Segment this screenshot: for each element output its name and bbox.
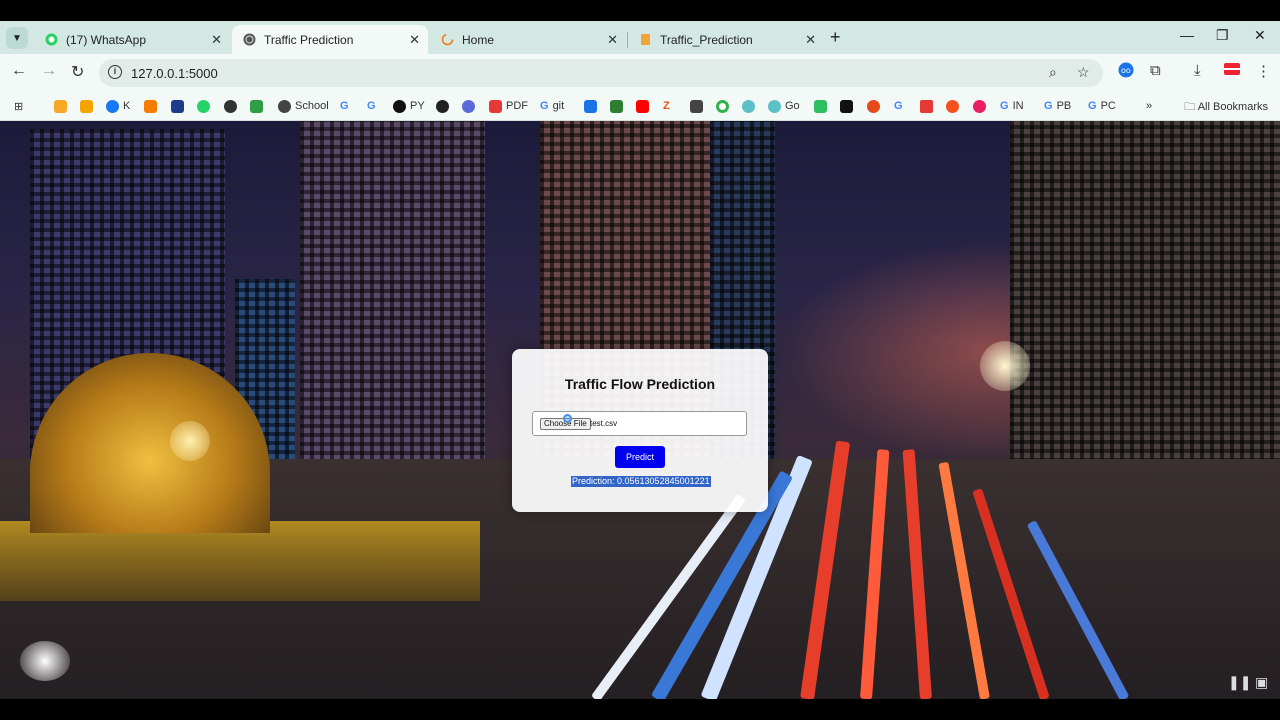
- bookmark-drive[interactable]: [54, 98, 71, 114]
- site-info-icon[interactable]: i: [108, 65, 122, 79]
- more-bookmarks-icon[interactable]: »: [1146, 98, 1152, 114]
- all-bookmarks[interactable]: 🗀 All Bookmarks: [1184, 98, 1268, 117]
- bookmark-pc[interactable]: G PC: [1088, 98, 1116, 114]
- tab-home[interactable]: Home ✕: [430, 25, 626, 54]
- bookmark-orange[interactable]: [946, 98, 963, 114]
- apps-icon[interactable]: ⊞: [14, 98, 23, 114]
- bookmark-k[interactable]: K: [106, 98, 130, 114]
- prediction-result: Prediction: 0.05613052845001221: [571, 476, 711, 487]
- forward-icon[interactable]: →: [41, 62, 57, 80]
- predict-button[interactable]: Predict: [615, 446, 665, 468]
- close-icon[interactable]: ✕: [607, 32, 618, 48]
- bookmark-analytics[interactable]: [144, 98, 161, 114]
- prediction-card: Traffic Flow Prediction Choose File test…: [512, 349, 768, 512]
- bookmark-ieee[interactable]: [171, 98, 188, 114]
- globe-icon: [242, 33, 256, 47]
- bookmark-globe[interactable]: [224, 98, 241, 114]
- bookmark-youtube[interactable]: [636, 98, 653, 114]
- chevron-down-icon: ▼: [12, 32, 22, 44]
- bookmark-whatsapp[interactable]: [197, 98, 214, 114]
- bookmark-school[interactable]: School: [278, 98, 329, 114]
- bookmark-plus[interactable]: [250, 98, 267, 114]
- tab-traffic-notebook[interactable]: Traffic_Prediction ✕: [628, 25, 824, 54]
- bookmark-go[interactable]: Go: [768, 98, 800, 114]
- bookmark-tri[interactable]: [920, 98, 937, 114]
- tab-search-button[interactable]: ▼: [6, 27, 28, 49]
- bookmark-git[interactable]: Ggit: [540, 98, 564, 114]
- profile-icon[interactable]: [1224, 62, 1240, 79]
- selected-file-name: test.csv: [590, 419, 618, 428]
- minimize-icon[interactable]: —: [1180, 27, 1194, 43]
- menu-icon[interactable]: ⋮: [1256, 62, 1271, 80]
- bookmark-in[interactable]: G IN: [1000, 98, 1024, 114]
- bookmark-green[interactable]: [610, 98, 627, 114]
- browser-toolbar: ← → ↻ i 127.0.0.1:5000 ⌕ ☆ oo ⧉ ⤓ ⋮: [0, 54, 1280, 92]
- extension-icon[interactable]: oo: [1118, 62, 1134, 82]
- bookmark-openai[interactable]: [436, 98, 453, 114]
- bookmarks-bar: ⊞ K School G G PY PDF Ggit Z Go G G IN GP…: [0, 92, 1280, 121]
- close-icon[interactable]: ✕: [805, 32, 816, 48]
- mouse-cursor-icon: [563, 414, 572, 423]
- bookmark-cl[interactable]: [840, 98, 857, 114]
- pause-icon[interactable]: ❚❚: [1228, 674, 1251, 691]
- back-icon[interactable]: ←: [11, 62, 27, 80]
- restore-icon[interactable]: ❐: [1216, 27, 1229, 44]
- folder-icon: 🗀: [1184, 101, 1198, 113]
- bookmark-google-2[interactable]: G: [367, 98, 376, 114]
- page-title: Traffic Flow Prediction: [564, 376, 716, 392]
- tab-title: Home: [462, 32, 495, 47]
- bookmark-py[interactable]: PY: [393, 98, 425, 114]
- bookmark-z[interactable]: Z: [663, 98, 670, 114]
- loading-icon: [440, 33, 454, 47]
- window-close-icon[interactable]: ✕: [1254, 27, 1266, 44]
- notebook-icon: [638, 33, 652, 47]
- bookmark-heart[interactable]: [973, 98, 990, 114]
- tab-title: Traffic Prediction: [264, 32, 354, 47]
- address-bar[interactable]: i 127.0.0.1:5000 ⌕ ☆: [99, 59, 1103, 87]
- tab-traffic-prediction[interactable]: Traffic Prediction ✕: [232, 25, 428, 54]
- bookmark-sketch[interactable]: [462, 98, 479, 114]
- reload-icon[interactable]: ↻: [71, 62, 84, 82]
- tab-title: Traffic_Prediction: [660, 32, 753, 47]
- tab-whatsapp[interactable]: (17) WhatsApp ✕: [34, 25, 230, 54]
- bookmark-google-3[interactable]: G: [894, 98, 903, 114]
- bookmark-pdf[interactable]: PDF: [489, 98, 528, 114]
- page-content: Traffic Flow Prediction Choose File test…: [0, 121, 1280, 699]
- svg-text:oo: oo: [1121, 66, 1131, 75]
- address-url[interactable]: 127.0.0.1:5000: [131, 66, 218, 81]
- picture-in-picture-icon[interactable]: ▣: [1255, 674, 1268, 691]
- close-icon[interactable]: ✕: [409, 32, 420, 48]
- download-icon[interactable]: ⤓: [1194, 62, 1201, 79]
- close-icon[interactable]: ✕: [211, 32, 222, 48]
- bookmark-evernote[interactable]: [814, 98, 831, 114]
- extensions-puzzle-icon[interactable]: ⧉: [1150, 62, 1161, 79]
- browser-window: ▼ (17) WhatsApp ✕ Traffic Prediction ✕ H…: [0, 21, 1280, 699]
- whatsapp-icon: [44, 33, 58, 47]
- bookmark-pb[interactable]: G PB: [1044, 98, 1071, 114]
- file-upload-field[interactable]: Choose File test.csv: [532, 411, 747, 436]
- tab-title: (17) WhatsApp: [66, 32, 147, 47]
- bookmark-google-1[interactable]: G: [340, 98, 349, 114]
- bookmark-shop[interactable]: [80, 98, 97, 114]
- bookmark-code[interactable]: [584, 98, 601, 114]
- tab-strip: ▼ (17) WhatsApp ✕ Traffic Prediction ✕ H…: [0, 21, 1280, 54]
- zoom-icon[interactable]: ⌕: [1049, 64, 1057, 81]
- screen-frame: ▼ (17) WhatsApp ✕ Traffic Prediction ✕ H…: [0, 0, 1280, 720]
- new-tab-button[interactable]: +: [830, 27, 841, 48]
- bookmark-box[interactable]: [690, 98, 707, 114]
- bookmark-g-red[interactable]: [867, 98, 884, 114]
- star-icon[interactable]: ☆: [1077, 64, 1090, 81]
- bookmark-chat-1[interactable]: [742, 98, 759, 114]
- bookmark-ring[interactable]: [716, 98, 733, 114]
